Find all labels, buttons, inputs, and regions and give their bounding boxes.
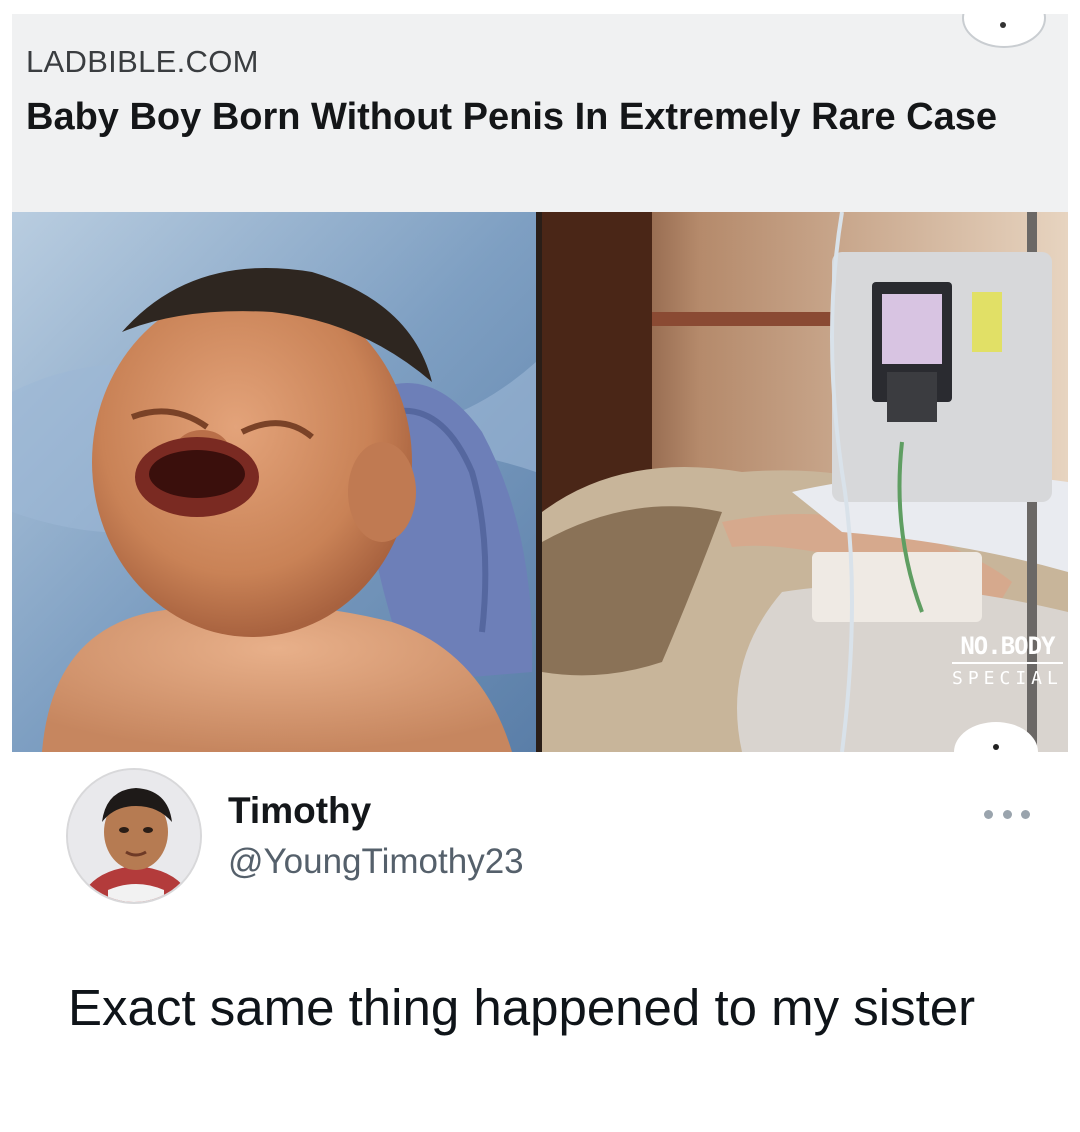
more-horizontal-icon[interactable] <box>984 806 1030 822</box>
article-headline: Baby Boy Born Without Penis In Extremely… <box>26 96 998 138</box>
article-card[interactable]: LADBIBLE.COM Baby Boy Born Without Penis… <box>12 14 1068 752</box>
more-badge-icon[interactable] <box>962 14 1046 48</box>
watermark-top: NO.BODY <box>952 632 1063 664</box>
avatar[interactable] <box>66 768 202 904</box>
user-handle[interactable]: @YoungTimothy23 <box>228 842 524 882</box>
watermark-logo: NO.BODY SPECIAL <box>952 632 1063 689</box>
user-name[interactable]: Timothy <box>228 790 371 832</box>
tweet-text: Exact same thing happened to my sister <box>68 979 976 1036</box>
article-header: LADBIBLE.COM Baby Boy Born Without Penis… <box>12 14 1068 212</box>
article-photos: NO.BODY SPECIAL <box>12 212 1068 752</box>
newborn-photo <box>12 212 536 752</box>
watermark-bottom: SPECIAL <box>952 668 1063 689</box>
article-source: LADBIBLE.COM <box>26 44 259 79</box>
profile-photo <box>68 770 200 902</box>
